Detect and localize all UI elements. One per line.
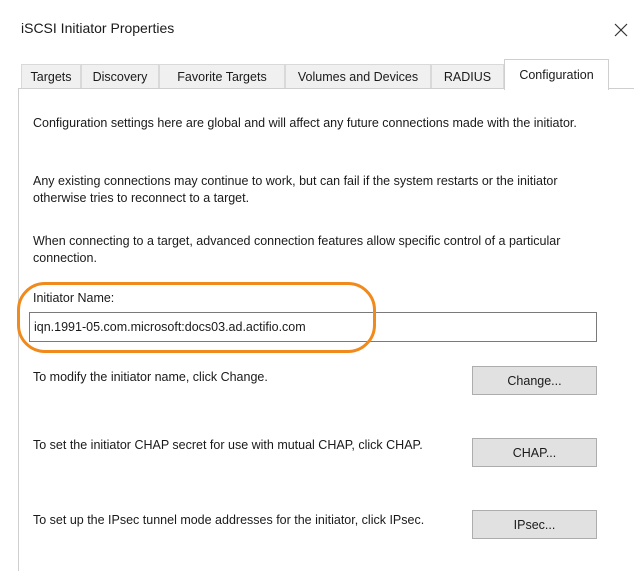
close-icon xyxy=(614,23,628,37)
tab-targets[interactable]: Targets xyxy=(21,64,81,89)
tab-volumes-and-devices[interactable]: Volumes and Devices xyxy=(285,64,431,89)
tab-favorite-targets[interactable]: Favorite Targets xyxy=(159,64,285,89)
ipsec-button[interactable]: IPsec... xyxy=(472,510,597,539)
close-button[interactable] xyxy=(606,15,636,45)
tab-discovery[interactable]: Discovery xyxy=(81,64,159,89)
initiator-name-field[interactable] xyxy=(29,312,597,342)
initiator-name-label: Initiator Name: xyxy=(33,291,115,305)
window-title: iSCSI Initiator Properties xyxy=(21,20,175,36)
change-button[interactable]: Change... xyxy=(472,366,597,395)
config-intro-text-2: Any existing connections may continue to… xyxy=(33,174,558,205)
change-instruction-text: To modify the initiator name, click Chan… xyxy=(33,370,268,384)
config-intro-text-1: Configuration settings here are global a… xyxy=(33,116,577,130)
iscsi-initiator-properties-dialog: iSCSI Initiator Properties Targets Disco… xyxy=(0,0,639,571)
tab-strip: Targets Discovery Favorite Targets Volum… xyxy=(18,59,638,90)
title-bar: iSCSI Initiator Properties xyxy=(0,0,639,58)
tab-radius[interactable]: RADIUS xyxy=(431,64,504,89)
chap-button[interactable]: CHAP... xyxy=(472,438,597,467)
ipsec-instruction-text: To set up the IPsec tunnel mode addresse… xyxy=(33,513,425,527)
chap-instruction-text: To set the initiator CHAP secret for use… xyxy=(33,438,423,452)
tab-configuration[interactable]: Configuration xyxy=(504,59,609,90)
config-intro-text-3: When connecting to a target, advanced co… xyxy=(33,234,561,265)
